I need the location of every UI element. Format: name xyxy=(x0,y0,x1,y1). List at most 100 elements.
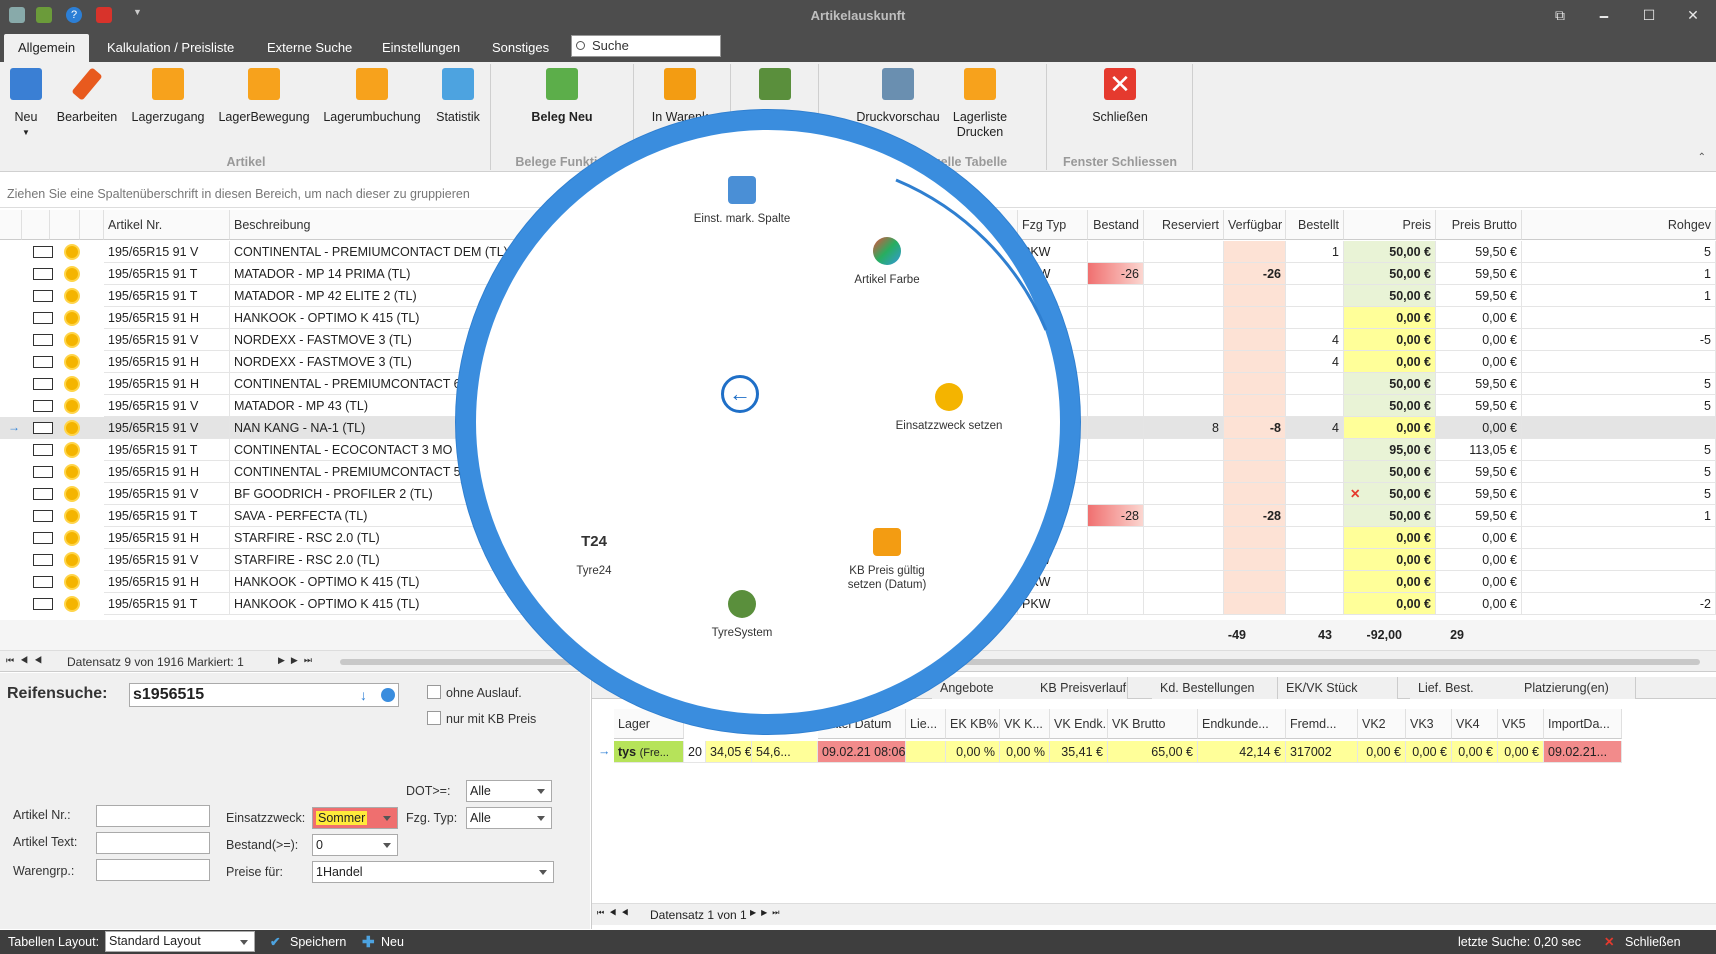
row-checkbox[interactable] xyxy=(33,246,53,258)
cell-roh xyxy=(1522,571,1716,593)
detail-column-header[interactable]: Fremd... xyxy=(1286,709,1358,739)
close-status-button[interactable]: Schließen xyxy=(1625,935,1681,949)
column-header[interactable]: Reserviert xyxy=(1144,210,1224,240)
row-checkbox[interactable] xyxy=(33,290,53,302)
new-layout-button[interactable]: Neu xyxy=(381,935,404,949)
cell-nr: 195/65R15 91 H xyxy=(104,461,230,483)
close-window-button[interactable]: ✕ xyxy=(1682,5,1704,25)
row-checkbox[interactable] xyxy=(33,356,53,368)
fzg-typ-select[interactable]: Alle xyxy=(466,807,552,829)
radial-tyre24[interactable]: T24 Tyre24 xyxy=(539,528,649,578)
detail-nav-prev-icon[interactable]: ⏮◀◀ xyxy=(597,908,633,918)
detail-tab[interactable]: Kd. Bestellungen xyxy=(1152,677,1278,699)
detail-record-info: Datensatz 1 von 1 xyxy=(650,908,747,922)
warengruppe-input[interactable] xyxy=(96,859,210,881)
layout-select[interactable]: Standard Layout xyxy=(105,931,255,952)
radial-artikel-farbe[interactable]: Artikel Farbe xyxy=(832,237,942,287)
column-header[interactable] xyxy=(50,210,80,240)
cell-res xyxy=(1144,395,1224,417)
column-header[interactable]: Preis Brutto xyxy=(1436,210,1522,240)
column-header[interactable] xyxy=(22,210,50,240)
lagerzugang-button[interactable]: Lagerzugang xyxy=(128,68,208,125)
lagerbewegung-button[interactable]: LagerBewegung xyxy=(216,68,312,125)
detail-column-header[interactable]: VK3 xyxy=(1406,709,1452,739)
tab-einstellungen[interactable]: Einstellungen xyxy=(368,34,474,62)
einsatzzweck-select[interactable]: Sommer xyxy=(312,807,398,829)
kb-preis-checkbox[interactable] xyxy=(427,711,441,725)
row-checkbox[interactable] xyxy=(33,378,53,390)
column-header[interactable] xyxy=(80,210,104,240)
row-checkbox[interactable] xyxy=(33,334,53,346)
ohne-auslauf-checkbox[interactable] xyxy=(427,685,441,699)
artikel-text-label: Artikel Text: xyxy=(13,835,78,849)
druckvorschau-button[interactable]: Druckvorschau xyxy=(850,68,946,125)
detail-column-header[interactable]: VK5 xyxy=(1498,709,1544,739)
artikel-text-input[interactable] xyxy=(96,832,210,854)
radial-einst-spalte[interactable]: Einst. mark. Spalte xyxy=(687,176,797,226)
detail-tab[interactable]: Platzierung(en) xyxy=(1516,677,1636,699)
total-bestand: -49 xyxy=(1227,628,1246,642)
radial-einsatzzweck-setzen[interactable]: Einsatzzweck setzen xyxy=(894,383,1004,433)
tab-allgemein[interactable]: Allgemein xyxy=(4,34,90,62)
column-header[interactable]: Artikel Nr. xyxy=(104,210,230,240)
cell-res xyxy=(1144,263,1224,285)
statistik-button[interactable]: Statistik xyxy=(430,68,486,125)
preise-fuer-select[interactable]: 1Handel xyxy=(312,861,554,883)
detail-column-header[interactable]: VK2 xyxy=(1358,709,1406,739)
row-checkbox[interactable] xyxy=(33,422,53,434)
detail-column-header[interactable]: VK4 xyxy=(1452,709,1498,739)
dot-select[interactable]: Alle xyxy=(466,780,552,802)
chart-icon xyxy=(442,68,474,100)
column-header[interactable]: Preis xyxy=(1344,210,1436,240)
artikel-nr-input[interactable] xyxy=(96,805,210,827)
row-checkbox[interactable] xyxy=(33,554,53,566)
row-checkbox[interactable] xyxy=(33,576,53,588)
tire-search-input[interactable]: s1956515 xyxy=(129,683,399,707)
nav-first-prev-icon[interactable]: ⏮◀◀ xyxy=(6,655,48,666)
cell-nr: 195/65R15 91 V xyxy=(104,241,230,263)
row-checkbox[interactable] xyxy=(33,532,53,544)
nav-next-last-icon[interactable]: ▶▶⏭ xyxy=(278,655,318,666)
detail-column-header[interactable]: Endkunde... xyxy=(1198,709,1286,739)
restore-icon[interactable]: ⧉ xyxy=(1549,5,1571,25)
row-checkbox[interactable] xyxy=(33,466,53,478)
column-header[interactable]: Bestellt xyxy=(1286,210,1344,240)
lagerumbuchung-button[interactable]: Lagerumbuchung xyxy=(320,68,424,125)
detail-column-header[interactable]: ImportDa... xyxy=(1544,709,1622,739)
bestand-select[interactable]: 0 xyxy=(312,834,398,856)
detail-nav-next-icon[interactable]: ▶▶⏭ xyxy=(750,908,785,918)
column-header[interactable] xyxy=(0,210,22,240)
column-header[interactable]: Bestand xyxy=(1088,210,1144,240)
back-arrow-icon[interactable]: ← xyxy=(721,375,759,413)
maximize-button[interactable]: ☐ xyxy=(1638,5,1660,25)
detail-column-header[interactable]: VK Brutto xyxy=(1108,709,1198,739)
minimize-button[interactable]: 🗕 xyxy=(1593,5,1615,25)
column-header[interactable]: Verfügbar xyxy=(1224,210,1286,240)
row-checkbox[interactable] xyxy=(33,488,53,500)
column-header[interactable]: Rohgev xyxy=(1522,210,1716,240)
detail-tab[interactable]: Lief. Best. xyxy=(1410,677,1522,699)
radial-kb-preis[interactable]: KB Preis gültig setzen (Datum) xyxy=(832,528,942,592)
calculator-button[interactable] xyxy=(740,68,810,110)
row-checkbox[interactable] xyxy=(33,400,53,412)
tab-kalkulation[interactable]: Kalkulation / Preisliste xyxy=(93,34,248,62)
row-checkbox[interactable] xyxy=(33,268,53,280)
radial-tyresystem[interactable]: TyreSystem xyxy=(687,590,797,640)
search-input[interactable]: Suche xyxy=(571,35,721,57)
neu-button[interactable]: Neu ▼ xyxy=(6,68,46,140)
collapse-ribbon-icon[interactable]: ⌃ xyxy=(1698,152,1706,163)
globe-icon[interactable] xyxy=(381,688,395,702)
detail-tab[interactable]: EK/VK Stück xyxy=(1278,677,1398,699)
schliessen-button[interactable]: ✕ Schließen xyxy=(1080,68,1160,125)
bearbeiten-button[interactable]: Bearbeiten xyxy=(54,67,120,125)
beleg-neu-label: Beleg Neu xyxy=(531,110,593,124)
row-checkbox[interactable] xyxy=(33,444,53,456)
download-arrow-icon[interactable]: ↓ xyxy=(360,687,367,703)
row-checkbox[interactable] xyxy=(33,598,53,610)
tab-sonstiges[interactable]: Sonstiges xyxy=(478,34,563,62)
beleg-neu-button[interactable]: Beleg Neu xyxy=(520,68,604,125)
row-checkbox[interactable] xyxy=(33,510,53,522)
row-checkbox[interactable] xyxy=(33,312,53,324)
save-layout-button[interactable]: Speichern xyxy=(290,935,346,949)
tab-externe-suche[interactable]: Externe Suche xyxy=(253,34,366,62)
